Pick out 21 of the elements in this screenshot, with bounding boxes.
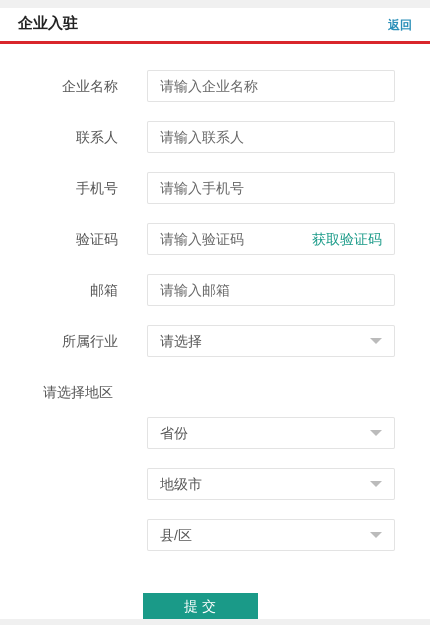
field-label: 验证码 — [75, 230, 118, 248]
dropdown-caret-icon — [370, 430, 382, 436]
dropdown[interactable]: 省份 — [147, 417, 395, 449]
input-field[interactable]: 请输入手机号 — [147, 172, 395, 204]
dropdown[interactable]: 请选择 — [147, 325, 395, 357]
input-field[interactable]: 请输入邮箱 — [147, 274, 395, 306]
back-link[interactable]: 返回 — [388, 16, 412, 34]
dropdown[interactable]: 地级市 — [147, 468, 395, 500]
field-label: 联系人 — [75, 128, 118, 146]
input-field[interactable]: 请输入联系人 — [147, 121, 395, 153]
dropdown[interactable]: 县/区 — [147, 519, 395, 551]
field-label: 请选择地区 — [43, 384, 113, 400]
field-label: 手机号 — [75, 178, 118, 198]
field-label: 所属行业 — [61, 332, 118, 350]
dropdown-caret-icon — [370, 481, 382, 487]
page-title: 企业入驻 — [18, 14, 78, 34]
field-label: 企业名称 — [61, 76, 118, 96]
dropdown-caret-icon — [370, 338, 382, 344]
dropdown-caret-icon — [370, 532, 382, 538]
field-label: 邮箱 — [89, 280, 118, 300]
input-field[interactable]: 请输入企业名称 — [147, 70, 395, 102]
